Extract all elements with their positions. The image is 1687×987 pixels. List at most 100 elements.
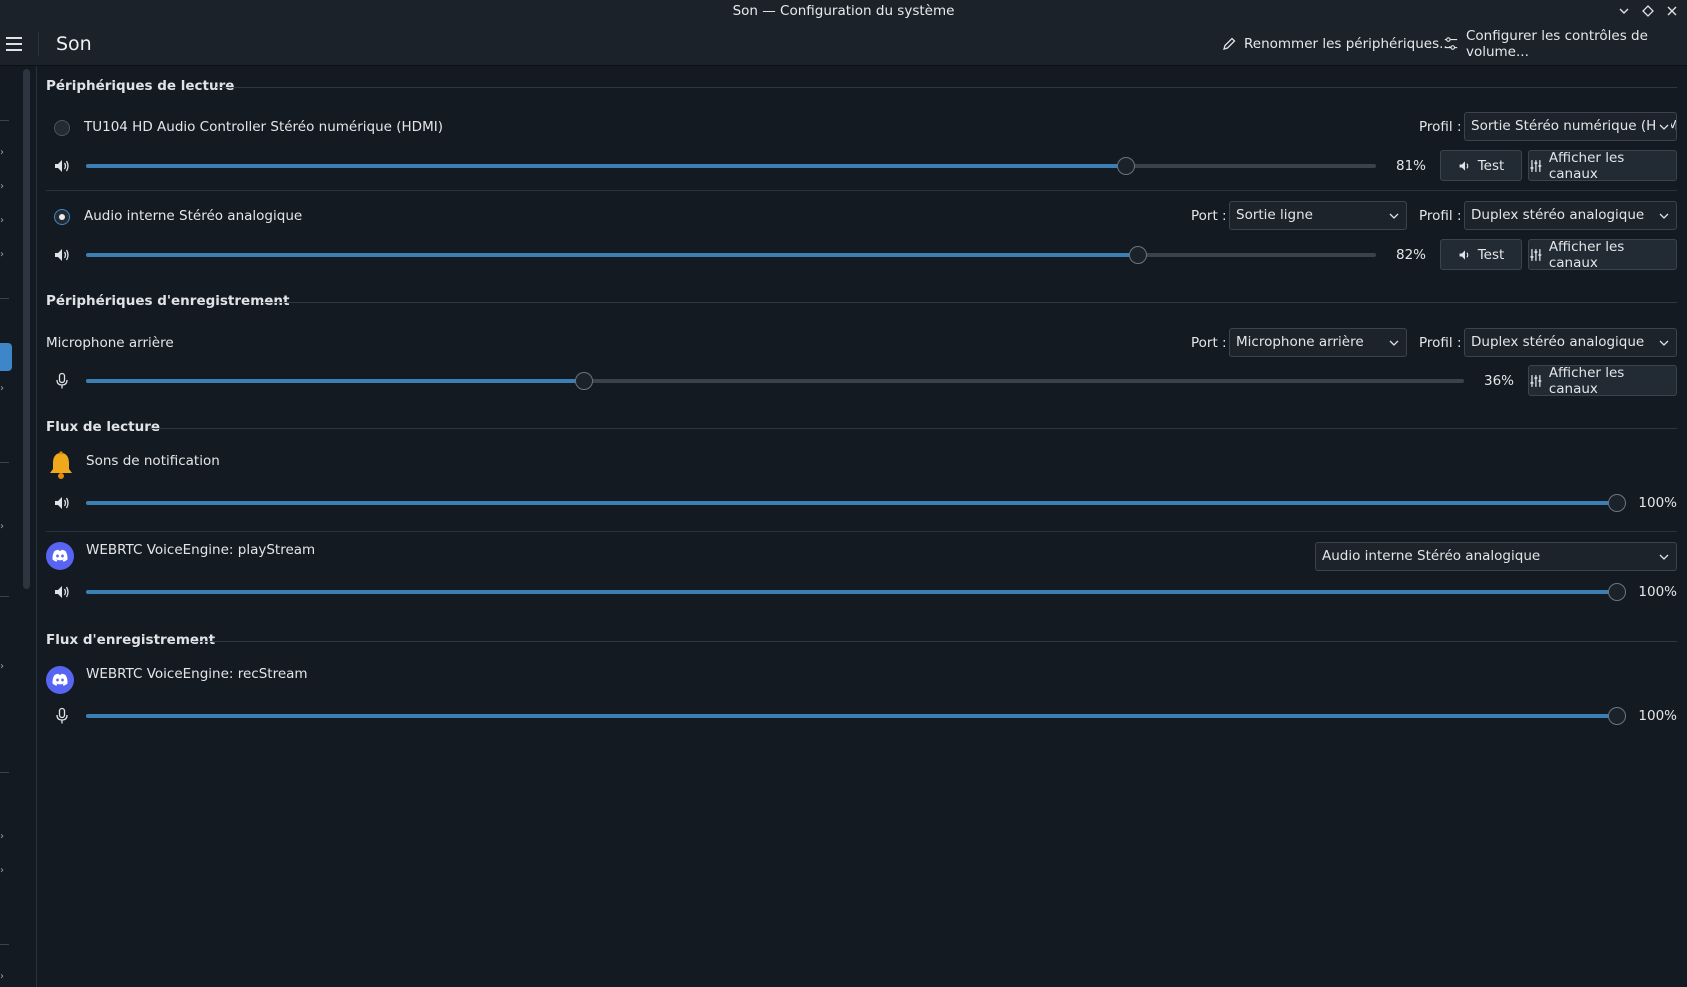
port-value: Microphone arrière bbox=[1236, 334, 1364, 350]
chevron-right-icon[interactable]: › bbox=[0, 148, 8, 158]
volume-slider[interactable] bbox=[86, 583, 1626, 601]
discord-icon bbox=[46, 542, 74, 570]
volume-slider-fill bbox=[86, 379, 583, 383]
chevron-right-icon[interactable]: › bbox=[0, 250, 8, 260]
chevron-down-icon bbox=[1389, 213, 1399, 219]
main-content: Périphériques de lecture TU104 HD Audio … bbox=[38, 66, 1687, 987]
test-button[interactable]: Test bbox=[1440, 239, 1522, 270]
chevron-right-icon[interactable]: › bbox=[0, 522, 8, 532]
microphone-icon[interactable] bbox=[52, 706, 72, 726]
default-device-radio[interactable] bbox=[54, 209, 70, 225]
volume-slider[interactable] bbox=[86, 494, 1626, 512]
volume-slider-handle[interactable] bbox=[1608, 494, 1626, 512]
device-name: Microphone arrière bbox=[46, 335, 174, 351]
rename-devices-button[interactable]: Renommer les périphériques... bbox=[1221, 22, 1452, 66]
rename-devices-label: Renommer les périphériques... bbox=[1244, 36, 1452, 52]
chevron-down-icon bbox=[1659, 124, 1669, 130]
speaker-icon[interactable] bbox=[52, 582, 72, 602]
page-title: Son bbox=[56, 33, 92, 55]
chevron-down-icon bbox=[1619, 8, 1629, 14]
chevron-down-icon bbox=[1659, 213, 1669, 219]
sidebar-divider bbox=[0, 944, 9, 945]
port-select[interactable]: Sortie ligne bbox=[1229, 201, 1407, 230]
show-channels-label: Afficher les canaux bbox=[1548, 238, 1625, 271]
equalizer-icon bbox=[1530, 374, 1542, 387]
chevron-right-icon[interactable]: › bbox=[0, 182, 8, 192]
volume-slider[interactable] bbox=[86, 157, 1376, 175]
chevron-right-icon[interactable]: › bbox=[0, 216, 8, 226]
sidebar-divider bbox=[0, 120, 9, 121]
close-button[interactable] bbox=[1663, 2, 1681, 20]
chevron-right-icon[interactable]: › bbox=[0, 662, 8, 672]
discord-icon bbox=[46, 666, 74, 694]
section-title-playback-devices: Périphériques de lecture bbox=[46, 78, 235, 94]
microphone-icon[interactable] bbox=[52, 371, 72, 391]
sidebar-scrollbar[interactable] bbox=[23, 69, 30, 589]
show-channels-label: Afficher les canaux bbox=[1548, 149, 1625, 182]
show-channels-button[interactable]: Afficher les canaux bbox=[1528, 149, 1677, 182]
section-divider bbox=[216, 87, 1677, 88]
port-value: Sortie ligne bbox=[1236, 207, 1313, 223]
section-divider bbox=[192, 641, 1677, 642]
port-select[interactable]: Microphone arrière bbox=[1229, 328, 1407, 357]
volume-slider[interactable] bbox=[86, 707, 1626, 725]
volume-slider-handle[interactable] bbox=[1129, 246, 1147, 264]
default-device-radio[interactable] bbox=[54, 120, 70, 136]
test-button[interactable]: Test bbox=[1440, 150, 1522, 181]
equalizer-icon bbox=[1530, 248, 1542, 261]
chevron-right-icon[interactable]: › bbox=[0, 972, 8, 982]
section-divider bbox=[148, 428, 1677, 429]
device-name: TU104 HD Audio Controller Stéréo numériq… bbox=[84, 119, 443, 135]
device-name: Audio interne Stéréo analogique bbox=[84, 208, 303, 224]
volume-slider-handle[interactable] bbox=[1608, 707, 1626, 725]
header-divider bbox=[38, 32, 39, 56]
section-divider bbox=[262, 302, 1677, 303]
port-label: Port : bbox=[1191, 208, 1227, 224]
profile-select[interactable]: Duplex stéréo analogique bbox=[1464, 328, 1677, 357]
profile-label: Profil : bbox=[1419, 119, 1462, 135]
configure-volume-controls-button[interactable]: Configurer les contrôles de volume... bbox=[1443, 22, 1687, 66]
speaker-icon[interactable] bbox=[52, 493, 72, 513]
section-title-recording-devices: Périphériques d'enregistrement bbox=[46, 293, 290, 309]
maximize-button[interactable] bbox=[1639, 2, 1657, 20]
minimize-button[interactable] bbox=[1615, 2, 1633, 20]
volume-slider[interactable] bbox=[86, 246, 1376, 264]
volume-percent: 100% bbox=[1638, 495, 1677, 511]
profile-value: Sortie Stéréo numérique (HDMI) bbox=[1471, 118, 1677, 134]
profile-label: Profil : bbox=[1419, 335, 1462, 351]
stream-name: Sons de notification bbox=[86, 453, 220, 469]
sidebar-divider bbox=[0, 772, 9, 773]
chevron-down-icon bbox=[1659, 340, 1669, 346]
output-device-select[interactable]: Audio interne Stéréo analogique bbox=[1315, 542, 1677, 571]
sidebar-divider bbox=[0, 298, 9, 299]
sidebar-item-active[interactable] bbox=[0, 343, 12, 371]
header-bar: Son Renommer les périphériques... Config… bbox=[0, 22, 1687, 66]
speaker-icon bbox=[1459, 249, 1469, 260]
volume-slider-handle[interactable] bbox=[1117, 157, 1135, 175]
profile-value: Duplex stéréo analogique bbox=[1471, 207, 1645, 223]
profile-select[interactable]: Duplex stéréo analogique bbox=[1464, 201, 1677, 230]
show-channels-button[interactable]: Afficher les canaux bbox=[1528, 238, 1677, 271]
output-device-value: Audio interne Stéréo analogique bbox=[1322, 548, 1541, 564]
chevron-right-icon[interactable]: › bbox=[0, 832, 8, 842]
volume-percent: 81% bbox=[1395, 158, 1426, 174]
chevron-right-icon[interactable]: › bbox=[0, 866, 8, 876]
volume-slider[interactable] bbox=[86, 372, 1464, 390]
hamburger-menu-icon[interactable] bbox=[6, 34, 26, 54]
sidebar-divider bbox=[0, 596, 9, 597]
profile-select[interactable]: Sortie Stéréo numérique (HDMI) bbox=[1464, 112, 1677, 141]
equalizer-icon bbox=[1530, 159, 1542, 172]
section-title-playback-streams: Flux de lecture bbox=[46, 419, 161, 435]
sliders-config-icon bbox=[1444, 37, 1458, 50]
stream-name: WEBRTC VoiceEngine: playStream bbox=[86, 542, 316, 558]
volume-slider-fill bbox=[86, 714, 1626, 718]
volume-slider-fill bbox=[86, 590, 1626, 594]
volume-slider-handle[interactable] bbox=[575, 372, 593, 390]
speaker-icon[interactable] bbox=[52, 156, 72, 176]
volume-slider-handle[interactable] bbox=[1608, 583, 1626, 601]
show-channels-button[interactable]: Afficher les canaux bbox=[1528, 365, 1677, 397]
speaker-icon[interactable] bbox=[52, 245, 72, 265]
bell-icon bbox=[46, 450, 76, 480]
chevron-right-icon[interactable]: › bbox=[0, 384, 8, 394]
volume-percent: 36% bbox=[1483, 373, 1514, 389]
